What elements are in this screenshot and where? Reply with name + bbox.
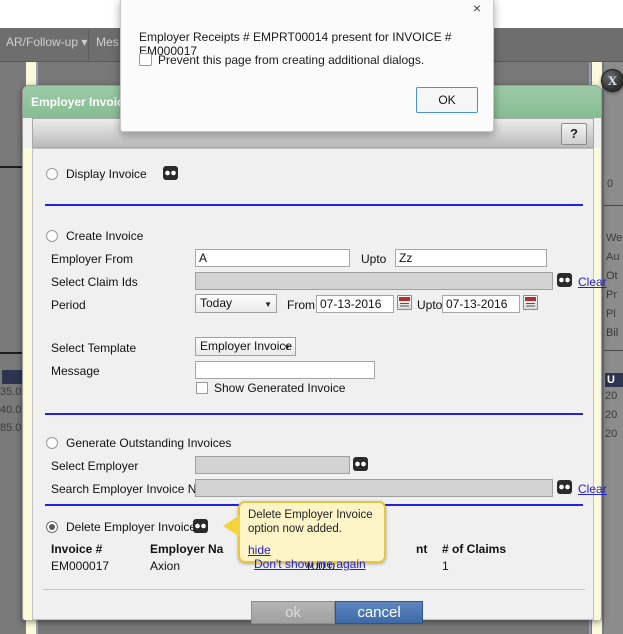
show-generated-invoice-checkbox[interactable] — [196, 382, 208, 394]
table-row: EM000017 — [51, 559, 110, 573]
close-icon[interactable]: X — [601, 69, 623, 92]
table-row: Axion — [150, 559, 181, 573]
section-divider — [45, 413, 583, 415]
section-divider — [45, 204, 583, 206]
nav-item-ar-followup[interactable]: AR/Follow-up ▾ — [6, 35, 87, 49]
label-period: Period — [51, 298, 86, 312]
label-select-employer: Select Employer — [51, 459, 139, 473]
background-value: 20 — [605, 409, 618, 421]
employer-from-input[interactable] — [195, 249, 350, 267]
label-generate-outstanding: Generate Outstanding Invoices — [66, 436, 232, 450]
label-from: From — [287, 298, 315, 312]
calendar-icon-from[interactable] — [397, 295, 412, 310]
alert-ok-button[interactable]: OK — [416, 87, 478, 113]
label-upto-date: Upto — [417, 298, 443, 312]
period-select[interactable]: Today — [195, 294, 277, 314]
background-value: 20 — [605, 390, 618, 402]
radio-delete-employer-invoice[interactable] — [46, 521, 58, 533]
background-rule — [604, 350, 623, 351]
label-employer-upto: Upto — [361, 252, 387, 266]
background-value: 40.0 — [0, 404, 22, 416]
select-template-select[interactable]: Employer Invoice — [195, 337, 296, 357]
binoculars-icon-claim-ids[interactable] — [557, 273, 572, 287]
background-right-table — [604, 62, 623, 634]
background-value: We — [606, 232, 623, 244]
upto-date-input[interactable] — [442, 295, 520, 313]
message-input[interactable] — [195, 361, 375, 379]
binoculars-icon-select-employer[interactable] — [353, 457, 368, 471]
background-value: 85.0 — [0, 422, 22, 434]
label-message: Message — [51, 364, 100, 378]
table-divider — [43, 589, 585, 590]
label-employer-from: Employer From — [51, 252, 134, 266]
cancel-button[interactable]: cancel — [335, 601, 423, 624]
help-button[interactable]: ? — [561, 123, 587, 145]
tooltip-callout: Delete Employer Invoice option now added… — [223, 501, 386, 571]
ok-button[interactable]: ok — [251, 601, 335, 624]
background-value: Pr — [606, 289, 617, 301]
label-show-generated-invoice: Show Generated Invoice — [214, 381, 346, 395]
label-delete-employer-invoice: Delete Employer Invoice — [66, 520, 197, 534]
from-date-input[interactable] — [316, 295, 394, 313]
background-value: 35.0 — [0, 386, 22, 398]
table-row: 1 — [442, 559, 449, 573]
binoculars-icon-search-nos[interactable] — [557, 480, 572, 494]
search-employer-invoice-nos-input[interactable] — [195, 479, 553, 497]
radio-generate-outstanding[interactable] — [46, 437, 58, 449]
background-value: Ot — [606, 270, 618, 282]
tooltip-arrow-icon — [223, 515, 240, 537]
label-select-claim-ids: Select Claim Ids — [51, 275, 138, 289]
table-header-employer: Employer Na — [150, 542, 224, 556]
radio-display-invoice[interactable] — [46, 168, 58, 180]
browser-alert-dialog: × Employer Receipts # EMPRT00014 present… — [120, 0, 494, 132]
table-header-claims: # of Claims — [442, 542, 507, 556]
background-row-header: U — [605, 373, 623, 387]
nav-separator — [88, 30, 89, 60]
clear-search-nos-link[interactable]: Clear — [578, 482, 607, 496]
dialog-edge-left — [24, 148, 32, 620]
tooltip-hide-link[interactable]: hide — [248, 543, 271, 557]
binoculars-icon-display-invoice[interactable] — [163, 166, 178, 180]
select-claim-ids-input[interactable] — [195, 272, 553, 290]
label-create-invoice: Create Invoice — [66, 229, 144, 243]
employer-upto-input[interactable] — [395, 249, 547, 267]
background-value: Bil — [606, 327, 619, 339]
background-value: Pl — [606, 308, 616, 320]
prevent-dialogs-checkbox[interactable] — [139, 53, 152, 66]
radio-create-invoice[interactable] — [46, 230, 58, 242]
background-value: 0 — [607, 178, 614, 190]
table-header-amount: nt — [416, 542, 428, 556]
nav-item-messages[interactable]: Mes — [96, 35, 119, 49]
tooltip-links: hide Don't show me again — [248, 543, 384, 571]
tooltip-dont-show-link[interactable]: Don't show me again — [254, 557, 366, 571]
table-header-invoice: Invoice # — [51, 542, 103, 556]
screen: AR/Follow-up ▾ Mes 35.0 40.0 85.0 0 We A… — [0, 0, 623, 634]
background-rule — [604, 205, 623, 206]
clear-claim-ids-link[interactable]: Clear — [578, 275, 607, 289]
close-icon[interactable]: × — [469, 0, 485, 16]
label-select-template: Select Template — [51, 341, 137, 355]
label-display-invoice: Display Invoice — [66, 167, 147, 181]
tooltip-text: Delete Employer Invoice option now added… — [248, 509, 373, 535]
background-value: Au — [606, 251, 620, 263]
background-value: 20 — [605, 428, 618, 440]
label-search-employer-invoice-nos: Search Employer Invoice Nos — [51, 482, 210, 496]
prevent-dialogs-label: Prevent this page from creating addition… — [158, 53, 425, 67]
calendar-icon-upto[interactable] — [523, 295, 538, 310]
select-employer-input[interactable] — [195, 456, 350, 474]
binoculars-icon-delete-invoice[interactable] — [193, 519, 208, 533]
